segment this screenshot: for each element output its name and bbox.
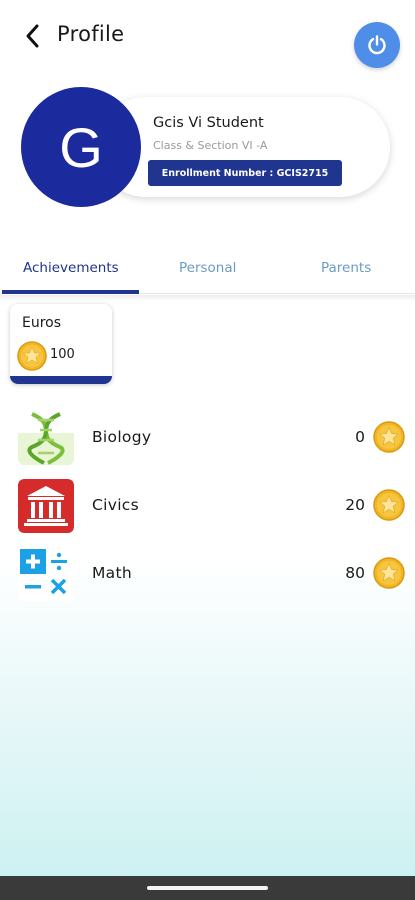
courthouse-icon bbox=[18, 479, 74, 533]
student-name: Gcis Vi Student bbox=[153, 115, 264, 131]
system-nav-bar bbox=[0, 876, 415, 900]
star-coin-icon bbox=[373, 421, 405, 453]
subject-score: 20 bbox=[345, 496, 365, 514]
class-section: Class & Section VI -A bbox=[153, 139, 268, 152]
dna-icon bbox=[18, 411, 74, 465]
subject-score: 0 bbox=[355, 428, 365, 446]
euros-value: 100 bbox=[50, 347, 75, 362]
tab-achievements[interactable]: Achievements bbox=[23, 260, 119, 276]
page-title: Profile bbox=[57, 22, 125, 46]
star-coin-icon bbox=[373, 557, 405, 589]
list-item[interactable]: Civics 20 bbox=[0, 476, 415, 536]
power-icon bbox=[368, 35, 386, 55]
tabs-divider bbox=[0, 295, 415, 301]
subject-name: Math bbox=[92, 564, 132, 582]
active-tab-indicator bbox=[2, 290, 139, 294]
tab-parents[interactable]: Parents bbox=[321, 260, 371, 276]
math-operators-icon bbox=[18, 547, 74, 601]
logout-button[interactable] bbox=[354, 22, 400, 68]
header: Profile bbox=[0, 0, 415, 80]
subject-name: Civics bbox=[92, 496, 140, 514]
tab-personal[interactable]: Personal bbox=[179, 260, 236, 276]
euros-card: Euros 100 bbox=[10, 304, 112, 384]
list-item[interactable]: Math 80 bbox=[0, 544, 415, 604]
home-indicator[interactable] bbox=[147, 886, 268, 890]
euros-label: Euros bbox=[22, 315, 62, 331]
chevron-left-icon bbox=[26, 24, 39, 48]
star-coin-icon bbox=[17, 341, 47, 371]
enrollment-badge: Enrollment Number : GCIS2715 bbox=[148, 160, 342, 186]
avatar: G bbox=[21, 87, 141, 207]
profile-tabs: Achievements Personal Parents bbox=[0, 248, 415, 294]
subject-name: Biology bbox=[92, 428, 152, 446]
subject-score: 80 bbox=[345, 564, 365, 582]
euros-card-accent bbox=[10, 376, 112, 384]
back-button[interactable] bbox=[22, 22, 44, 50]
list-item[interactable]: Biology 0 bbox=[0, 408, 415, 468]
star-coin-icon bbox=[373, 489, 405, 521]
